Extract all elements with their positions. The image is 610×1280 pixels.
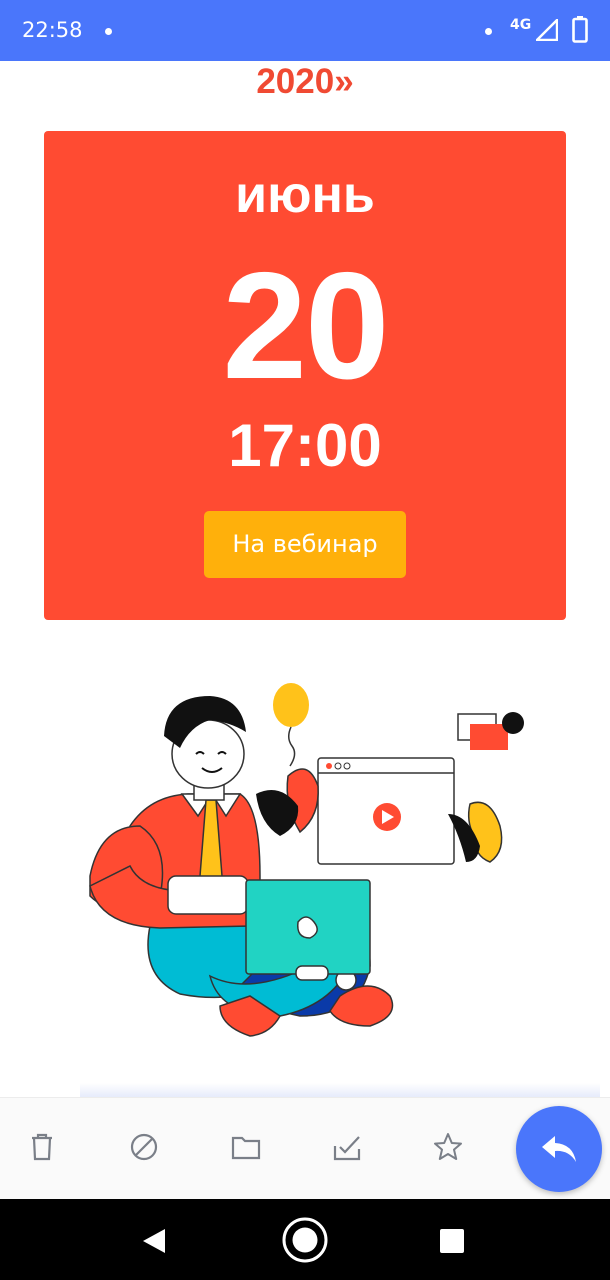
back-icon[interactable] — [132, 1219, 176, 1263]
event-time: 17:00 — [228, 412, 382, 479]
signal-activity-dot-icon — [485, 28, 492, 35]
reply-icon — [542, 1136, 576, 1162]
system-nav-bar — [0, 1199, 610, 1280]
recents-icon[interactable] — [430, 1219, 474, 1263]
signal-icon — [536, 19, 558, 41]
notification-dot-icon — [105, 28, 112, 35]
home-icon[interactable] — [280, 1215, 330, 1265]
battery-icon — [572, 16, 588, 43]
reply-button[interactable] — [516, 1106, 602, 1192]
event-date-card: июнь 20 17:00 На вебинар — [44, 131, 566, 620]
event-day: 20 — [222, 241, 389, 411]
section-divider — [80, 1083, 600, 1097]
mark-done-icon[interactable] — [329, 1129, 365, 1165]
network-type: 4G — [510, 17, 532, 33]
event-month: июнь — [235, 166, 375, 224]
person-with-laptop-illustration — [89, 683, 524, 1037]
status-bar: 22:58 4G — [0, 0, 610, 61]
email-body: 2020» июнь 20 17:00 На вебинар — [0, 61, 610, 1097]
webinar-button[interactable]: На вебинар — [204, 511, 406, 578]
delete-icon[interactable] — [24, 1129, 60, 1165]
star-icon[interactable] — [430, 1129, 466, 1165]
headline-fragment: 2020» — [256, 62, 354, 101]
status-time: 22:58 — [22, 18, 83, 42]
spam-icon[interactable] — [126, 1129, 162, 1165]
move-to-folder-icon[interactable] — [228, 1129, 264, 1165]
